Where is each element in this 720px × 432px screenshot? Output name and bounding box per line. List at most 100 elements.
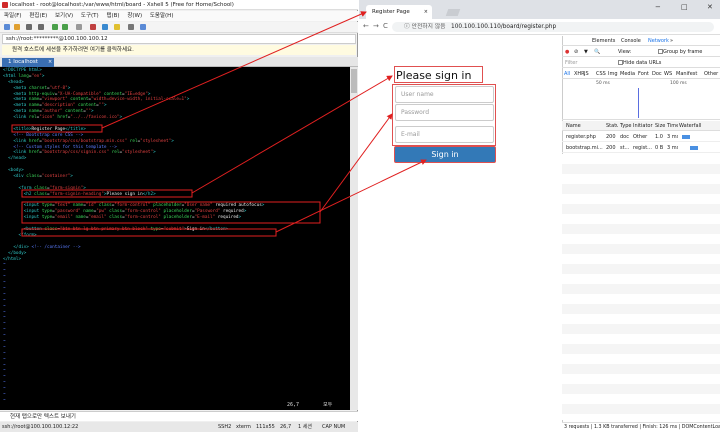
status-cursor: 26,7 bbox=[280, 424, 292, 430]
new-tab-button[interactable] bbox=[445, 9, 461, 16]
email-input[interactable]: E-mail bbox=[395, 126, 494, 143]
username-input[interactable]: User name bbox=[395, 86, 494, 103]
type-filter-media[interactable]: Media bbox=[620, 69, 635, 79]
menu-view[interactable]: 보기(V) bbox=[55, 13, 73, 19]
globe-icon[interactable] bbox=[102, 24, 108, 30]
type-filter-other[interactable]: Other bbox=[704, 69, 718, 79]
clear-icon[interactable]: ⊘ bbox=[574, 47, 578, 57]
tab-close-icon[interactable]: × bbox=[424, 5, 428, 19]
menu-file[interactable]: 파일(F) bbox=[4, 13, 22, 19]
record-icon[interactable]: ● bbox=[565, 47, 569, 57]
compose-bar[interactable]: 현재 탭으로만 텍스트 보내기 bbox=[0, 411, 358, 421]
url-text[interactable]: 100.100.100.110/board/register.php bbox=[451, 24, 556, 30]
code-token: > bbox=[186, 97, 190, 103]
help-icon[interactable] bbox=[140, 24, 146, 30]
code-token: <html bbox=[3, 73, 19, 79]
filter-input[interactable]: Filter bbox=[565, 58, 577, 68]
copy-icon[interactable] bbox=[52, 24, 58, 30]
hide-data-urls-checkbox[interactable]: Hide data URLs bbox=[618, 58, 661, 68]
scrollbar-thumb[interactable] bbox=[351, 69, 357, 93]
reload-icon[interactable]: C bbox=[383, 22, 388, 30]
devtools-tab-console[interactable]: Console bbox=[621, 36, 641, 45]
minimize-button[interactable]: − bbox=[655, 3, 661, 11]
back-icon[interactable]: ← bbox=[363, 22, 369, 30]
vim-ruler: 26,7 모두 bbox=[287, 401, 332, 408]
network-row[interactable]: register.php 200 doc Other 1.0 KB3 ms bbox=[562, 132, 720, 142]
terminal[interactable]: <!DOCTYPE html> <html lang="en"> <head> <… bbox=[0, 67, 350, 410]
password-input[interactable]: Password bbox=[395, 104, 494, 121]
col-status[interactable]: Status bbox=[606, 121, 618, 131]
menu-edit[interactable]: 편집(E) bbox=[29, 13, 47, 19]
search-icon[interactable]: 🔍 bbox=[594, 47, 600, 57]
code-token: <input bbox=[3, 209, 42, 215]
col-waterfall[interactable]: Waterfall bbox=[679, 121, 719, 131]
type-filter-js[interactable]: JS bbox=[584, 69, 589, 79]
code-token: class bbox=[34, 191, 47, 197]
type-filter-img[interactable]: Img bbox=[608, 69, 618, 79]
xshell-address-bar[interactable]: ssh://root:*********@100.100.100.12 bbox=[2, 34, 356, 44]
terminal-scrollbar[interactable] bbox=[350, 67, 358, 410]
new-session-icon[interactable] bbox=[4, 24, 10, 30]
devtools-timeline[interactable]: 50 ms 100 ms bbox=[562, 80, 720, 120]
type-filter-manifest[interactable]: Manifest bbox=[676, 69, 697, 79]
forward-icon[interactable]: → bbox=[373, 22, 379, 30]
font-icon[interactable] bbox=[90, 24, 96, 30]
code-token: placeholder bbox=[163, 209, 192, 215]
close-icon[interactable]: × bbox=[48, 58, 52, 67]
network-cell-name: register.php bbox=[566, 134, 596, 140]
code-token: </head> bbox=[3, 156, 27, 162]
code-token: "btn btn-lg btn-primary btn-block" bbox=[59, 227, 151, 233]
lock-icon[interactable] bbox=[114, 24, 120, 30]
chrome-tab-register[interactable]: Register Page × bbox=[366, 5, 432, 19]
code-token: Sign in bbox=[186, 227, 205, 233]
paste-icon[interactable] bbox=[62, 24, 68, 30]
network-cell-size: 0 B bbox=[655, 145, 664, 151]
code-token: "author" bbox=[41, 109, 66, 115]
menu-tab[interactable]: 탭(B) bbox=[106, 13, 119, 19]
col-type[interactable]: Type bbox=[620, 121, 632, 131]
code-token: <meta bbox=[3, 103, 29, 109]
keyboard-icon[interactable] bbox=[128, 24, 134, 30]
code-token: > bbox=[261, 203, 265, 209]
devtools-tab-network[interactable]: Network bbox=[648, 36, 669, 45]
filter-icon[interactable]: ▼ bbox=[584, 47, 588, 57]
group-by-frame-label: Group by frame bbox=[663, 49, 703, 55]
signin-button[interactable]: Sign in bbox=[394, 146, 496, 163]
window-close-button[interactable]: ✕ bbox=[707, 3, 713, 11]
disconnect-icon[interactable] bbox=[38, 24, 44, 30]
security-indicator[interactable]: ⓘ 안전하지 않음 bbox=[404, 24, 445, 30]
col-time[interactable]: Time bbox=[667, 121, 678, 131]
type-filter-font[interactable]: Font bbox=[638, 69, 649, 79]
devtools-tab-elements[interactable]: Elements bbox=[592, 36, 615, 45]
chrome-tabbar: Register Page × − □ ✕ bbox=[359, 0, 720, 19]
code-token: http-equiv bbox=[28, 91, 55, 97]
type-filter-all[interactable]: All bbox=[564, 69, 570, 79]
url-bar[interactable]: ⓘ 안전하지 않음 100.100.100.110/board/register… bbox=[392, 22, 714, 32]
group-by-frame-checkbox[interactable]: Group by frame bbox=[658, 47, 702, 57]
col-initiator[interactable]: Initiator bbox=[633, 121, 653, 131]
code-token: href bbox=[28, 138, 40, 144]
connect-icon[interactable] bbox=[26, 24, 32, 30]
code-token: <div bbox=[3, 174, 27, 180]
open-folder-icon[interactable] bbox=[14, 24, 20, 30]
code-token: "id" bbox=[85, 203, 99, 209]
menu-window[interactable]: 창(W) bbox=[127, 13, 142, 19]
col-size[interactable]: Size bbox=[655, 121, 665, 131]
code-token: > bbox=[153, 150, 156, 156]
type-filter-ws[interactable]: WS bbox=[664, 69, 672, 79]
devtools-filter-row: Filter Hide data URLs bbox=[562, 58, 720, 68]
menu-help[interactable]: 도움말(H) bbox=[150, 13, 174, 19]
find-icon[interactable] bbox=[76, 24, 82, 30]
code-token: </form> bbox=[3, 232, 37, 238]
type-filter-doc[interactable]: Doc bbox=[652, 69, 662, 79]
type-filter-css[interactable]: CSS bbox=[596, 69, 606, 79]
code-token: "bootstrap/css/signin.css" bbox=[41, 150, 112, 156]
devtools-tab-more[interactable]: » bbox=[670, 36, 673, 45]
maximize-button[interactable]: □ bbox=[681, 3, 688, 11]
xshell-info-bar[interactable]: 원격 호스트에 세션을 추가하려면 여기를 클릭하세요. bbox=[2, 45, 356, 55]
xshell-titlebar: localhost - root@localhost:/var/www/html… bbox=[0, 0, 358, 10]
xshell-tab-localhost[interactable]: 1 localhost × bbox=[2, 58, 54, 67]
network-row[interactable]: bootstrap.mi... 200 st... regist... 0 B3 ms bbox=[562, 143, 720, 153]
col-name[interactable]: Name bbox=[566, 121, 604, 131]
menu-tools[interactable]: 도구(T) bbox=[81, 13, 99, 19]
